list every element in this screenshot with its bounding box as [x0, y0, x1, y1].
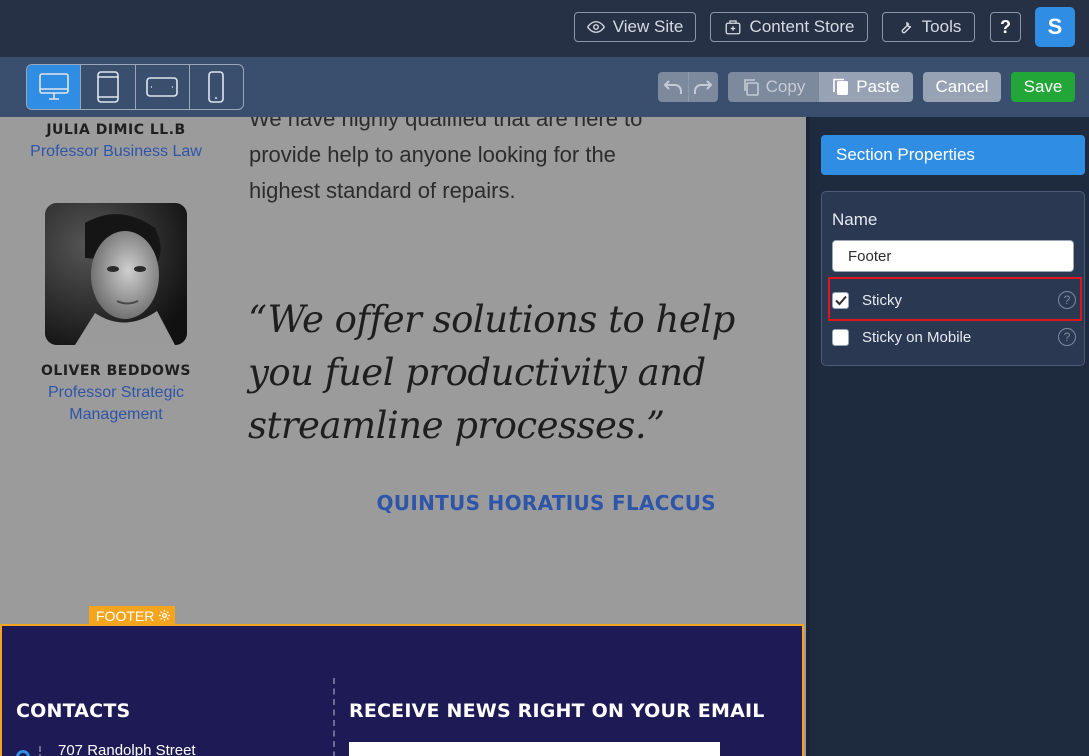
- person-role: Professor Strategic Management: [47, 384, 185, 423]
- view-site-button[interactable]: View Site: [574, 12, 696, 42]
- footer-divider: [333, 678, 335, 756]
- redo-icon: [694, 80, 713, 94]
- help-label: ?: [1000, 16, 1011, 37]
- question-icon[interactable]: ?: [1058, 291, 1076, 309]
- content-store-button[interactable]: Content Store: [710, 12, 868, 42]
- tools-label: Tools: [921, 17, 962, 36]
- contact-address: 707 Randolph Street: [58, 742, 196, 756]
- save-button[interactable]: Save: [1011, 72, 1075, 102]
- wrench-icon: [901, 21, 911, 34]
- person-name: OLIVER BEDDOWS: [41, 363, 191, 379]
- undo-icon: [663, 80, 682, 94]
- newsletter-heading: RECEIVE NEWS RIGHT ON YOUR EMAIL: [349, 700, 765, 722]
- page-canvas[interactable]: JULIA DIMIC LL.B Professor Business Law …: [0, 117, 806, 756]
- newsletter-email-input[interactable]: [349, 742, 720, 756]
- footer-section[interactable]: CONTACTS RECEIVE NEWS RIGHT ON YOUR EMAI…: [0, 624, 804, 756]
- undo-button[interactable]: [658, 72, 689, 102]
- sticky-mobile-option: Sticky on Mobile ?: [832, 324, 1076, 350]
- paste-icon: [833, 78, 849, 95]
- paste-button[interactable]: Paste: [819, 72, 913, 102]
- body-paragraph: We have highly qualified that are here t…: [249, 117, 643, 203]
- sticky-label: Sticky: [862, 291, 903, 309]
- tablet-landscape-icon: [146, 77, 178, 97]
- person-photo: [45, 203, 187, 345]
- tablet-icon: [97, 71, 119, 103]
- section-properties-box: Name Sticky ? Sticky on Mobile ?: [821, 191, 1085, 366]
- properties-panel: Section Properties Name Sticky ? Sticky …: [810, 117, 1089, 756]
- copy-button[interactable]: Copy: [728, 72, 819, 102]
- quote-author: QUINTUS HORATIUS FLACCUS: [376, 491, 716, 515]
- sticky-option: Sticky ?: [832, 287, 1076, 313]
- mobile-icon: [208, 71, 225, 103]
- editor-toolbar: Copy Paste Cancel Save: [0, 57, 1089, 117]
- store-icon: [725, 20, 740, 35]
- undo-redo-group: [658, 72, 718, 102]
- cancel-label: Cancel: [935, 77, 989, 96]
- copy-icon: [743, 79, 759, 96]
- cancel-button[interactable]: Cancel: [923, 72, 1001, 102]
- location-icon: [16, 750, 30, 756]
- avatar-letter: S: [1047, 14, 1063, 39]
- tablet-landscape-view-button[interactable]: [136, 65, 190, 109]
- save-label: Save: [1023, 77, 1063, 96]
- sticky-checkbox[interactable]: [832, 291, 849, 309]
- sticky-mobile-checkbox[interactable]: [832, 328, 849, 346]
- footer-tag-label: FOOTER: [96, 607, 155, 624]
- contact-divider: [39, 746, 41, 756]
- testimonial-quote: “We offer solutions to help you fuel pro…: [248, 298, 735, 447]
- copy-label: Copy: [765, 77, 806, 96]
- desktop-view-button[interactable]: [27, 65, 82, 109]
- panel-title: Section Properties: [836, 145, 975, 164]
- paste-label: Paste: [856, 77, 900, 96]
- tools-button[interactable]: Tools: [882, 12, 975, 42]
- redo-button[interactable]: [689, 72, 719, 102]
- check-icon: [834, 295, 847, 305]
- eye-icon: [586, 21, 605, 33]
- section-name-input[interactable]: [832, 240, 1074, 272]
- person-name: JULIA DIMIC LL.B: [46, 122, 186, 138]
- view-site-label: View Site: [612, 17, 684, 36]
- help-button[interactable]: ?: [990, 12, 1021, 42]
- person-role: Professor Business Law: [30, 143, 202, 160]
- gear-icon[interactable]: [158, 609, 171, 622]
- device-switcher: [26, 64, 244, 110]
- tablet-view-button[interactable]: [81, 65, 136, 109]
- sticky-mobile-label: Sticky on Mobile: [862, 328, 972, 346]
- panel-header: Section Properties: [821, 135, 1085, 175]
- name-label: Name: [832, 210, 878, 229]
- desktop-icon: [38, 73, 69, 100]
- avatar[interactable]: S: [1035, 7, 1075, 47]
- question-icon[interactable]: ?: [1058, 328, 1076, 346]
- top-bar: View Site Content Store Tools ? S: [0, 0, 1089, 57]
- content-store-label: Content Store: [749, 17, 855, 36]
- contacts-heading: CONTACTS: [16, 700, 131, 722]
- mobile-view-button[interactable]: [190, 65, 243, 109]
- footer-section-tag[interactable]: FOOTER: [89, 606, 176, 625]
